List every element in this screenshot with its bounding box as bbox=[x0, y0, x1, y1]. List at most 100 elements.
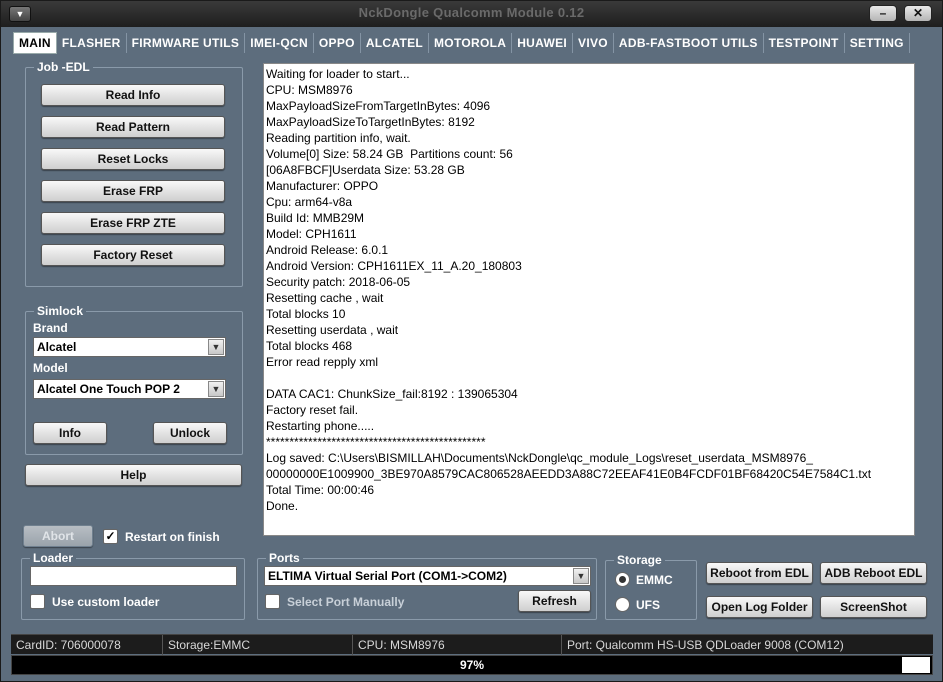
log-line: Restarting phone..... bbox=[266, 419, 375, 433]
reboot-from-edl-button[interactable]: Reboot from EDL bbox=[706, 562, 813, 584]
tab-testpoint[interactable]: TESTPOINT bbox=[764, 33, 845, 53]
tab-adb-fastboot-utils[interactable]: ADB-FASTBOOT UTILS bbox=[614, 33, 764, 53]
status-bar: CardID: 706000078 Storage:EMMC CPU: MSM8… bbox=[11, 634, 933, 655]
log-line: Volume[0] Size: 58.24 GB Partitions coun… bbox=[266, 147, 513, 161]
log-line: Factory reset fail. bbox=[266, 403, 359, 417]
log-line: Model: CPH1611 bbox=[266, 227, 357, 241]
abort-button[interactable]: Abort bbox=[23, 525, 93, 547]
log-line: CPU: MSM8976 bbox=[266, 83, 353, 97]
storage-emmc-label: EMMC bbox=[636, 572, 673, 587]
tab-main[interactable]: MAIN bbox=[13, 32, 57, 54]
tab-vivo[interactable]: VIVO bbox=[573, 33, 614, 53]
read-info-button[interactable]: Read Info bbox=[41, 84, 225, 106]
title-bar: ▼ NckDongle Qualcomm Module 0.12 – ✕ bbox=[1, 1, 942, 27]
simlock-unlock-button[interactable]: Unlock bbox=[153, 422, 227, 444]
checkbox-box bbox=[265, 594, 280, 609]
tab-firmware-utils[interactable]: FIRMWARE UTILS bbox=[127, 33, 246, 53]
log-output[interactable]: Waiting for loader to start... CPU: MSM89… bbox=[263, 63, 915, 536]
progress-label: 97% bbox=[459, 658, 485, 672]
brand-select[interactable]: Alcatel ▼ bbox=[33, 337, 226, 357]
log-line: Total Time: 00:00:46 bbox=[266, 483, 375, 497]
close-icon: ✕ bbox=[912, 6, 924, 20]
log-line: MaxPayloadSizeFromTargetInBytes: 4096 bbox=[266, 99, 491, 113]
log-line: MaxPayloadSizeToTargetInBytes: 8192 bbox=[266, 115, 475, 129]
minimize-icon: – bbox=[879, 6, 887, 20]
tab-bar: MAIN FLASHER FIRMWARE UTILS IMEI-QCN OPP… bbox=[13, 32, 910, 54]
use-custom-loader-label: Use custom loader bbox=[52, 594, 160, 609]
log-line: Reading partition info, wait. bbox=[266, 131, 411, 145]
job-edl-legend: Job -EDL bbox=[34, 60, 93, 74]
minimize-button[interactable]: – bbox=[869, 5, 897, 22]
tab-huawei[interactable]: HUAWEI bbox=[512, 33, 574, 53]
status-storage: Storage:EMMC bbox=[163, 635, 353, 655]
ports-legend: Ports bbox=[266, 551, 303, 565]
log-line: Build Id: MMB29M bbox=[266, 211, 365, 225]
restart-on-finish-checkbox[interactable]: ✓ Restart on finish bbox=[103, 529, 220, 544]
log-line: Error read repply xml bbox=[266, 355, 379, 369]
log-line: 00000000E1009900_3BE970A8579CAC806528AEE… bbox=[266, 467, 872, 481]
model-value: Alcatel One Touch POP 2 bbox=[37, 382, 180, 396]
refresh-button[interactable]: Refresh bbox=[518, 590, 591, 612]
loader-input[interactable] bbox=[30, 566, 237, 586]
main-window: ▼ NckDongle Qualcomm Module 0.12 – ✕ MAI… bbox=[0, 0, 943, 682]
tab-oppo[interactable]: OPPO bbox=[314, 33, 361, 53]
select-port-manually-checkbox[interactable]: Select Port Manually bbox=[265, 594, 404, 609]
factory-reset-button[interactable]: Factory Reset bbox=[41, 244, 225, 266]
screenshot-button[interactable]: ScreenShot bbox=[820, 596, 927, 618]
tab-flasher[interactable]: FLASHER bbox=[57, 33, 127, 53]
log-line: Cpu: arm64-v8a bbox=[266, 195, 353, 209]
select-port-manually-label: Select Port Manually bbox=[287, 594, 405, 609]
log-line: Total blocks 10 bbox=[266, 307, 346, 321]
log-line: [06A8FBCF]Userdata Size: 53.28 GB bbox=[266, 163, 465, 177]
simlock-legend: Simlock bbox=[34, 304, 87, 318]
chevron-down-icon: ▼ bbox=[208, 339, 224, 355]
model-label: Model bbox=[33, 361, 68, 375]
restart-on-finish-label: Restart on finish bbox=[125, 529, 220, 544]
brand-label: Brand bbox=[33, 321, 68, 335]
erase-frp-zte-button[interactable]: Erase FRP ZTE bbox=[41, 212, 225, 234]
log-line: Waiting for loader to start... bbox=[266, 67, 410, 81]
log-line: Resetting userdata , wait bbox=[266, 323, 399, 337]
storage-ufs-radio[interactable]: UFS bbox=[615, 597, 660, 612]
read-pattern-button[interactable]: Read Pattern bbox=[41, 116, 225, 138]
tab-alcatel[interactable]: ALCATEL bbox=[361, 33, 430, 53]
tab-imei-qcn[interactable]: IMEI-QCN bbox=[245, 33, 314, 53]
chevron-down-icon: ▼ bbox=[208, 381, 224, 397]
log-line: Done. bbox=[266, 499, 299, 513]
port-select[interactable]: ELTIMA Virtual Serial Port (COM1->COM2) … bbox=[264, 566, 591, 586]
use-custom-loader-checkbox[interactable]: Use custom loader bbox=[30, 594, 159, 609]
loader-legend: Loader bbox=[30, 551, 77, 565]
brand-value: Alcatel bbox=[37, 340, 77, 354]
adb-reboot-edl-button[interactable]: ADB Reboot EDL bbox=[820, 562, 927, 584]
check-icon: ✓ bbox=[103, 529, 118, 544]
tab-setting[interactable]: SETTING bbox=[845, 33, 910, 53]
help-button[interactable]: Help bbox=[25, 464, 242, 486]
tab-motorola[interactable]: MOTOROLA bbox=[429, 33, 513, 53]
log-line: Total blocks 468 bbox=[266, 339, 353, 353]
radio-unselected-icon bbox=[615, 597, 630, 612]
simlock-info-button[interactable]: Info bbox=[33, 422, 107, 444]
erase-frp-button[interactable]: Erase FRP bbox=[41, 180, 225, 202]
log-line: Security patch: 2018-06-05 bbox=[266, 275, 411, 289]
log-line: Android Release: 6.0.1 bbox=[266, 243, 389, 257]
radio-selected-icon bbox=[615, 572, 630, 587]
reset-locks-button[interactable]: Reset Locks bbox=[41, 148, 225, 170]
status-cpu: CPU: MSM8976 bbox=[353, 635, 562, 655]
model-select[interactable]: Alcatel One Touch POP 2 ▼ bbox=[33, 379, 226, 399]
log-line: ****************************************… bbox=[266, 435, 486, 449]
checkbox-box bbox=[30, 594, 45, 609]
port-value: ELTIMA Virtual Serial Port (COM1->COM2) bbox=[268, 569, 507, 583]
chevron-down-icon: ▼ bbox=[573, 568, 589, 584]
log-line: Android Version: CPH1611EX_11_A.20_18080… bbox=[266, 259, 522, 273]
status-card-id: CardID: 706000078 bbox=[11, 635, 163, 655]
storage-emmc-radio[interactable]: EMMC bbox=[615, 572, 673, 587]
open-log-folder-button[interactable]: Open Log Folder bbox=[706, 596, 813, 618]
log-line: Log saved: C:\Users\BISMILLAH\Documents\… bbox=[266, 451, 813, 465]
window-title: NckDongle Qualcomm Module 0.12 bbox=[358, 5, 585, 20]
progress-bar: 97% bbox=[11, 655, 933, 675]
status-port: Port: Qualcomm HS-USB QDLoader 9008 (COM… bbox=[567, 638, 844, 652]
close-button[interactable]: ✕ bbox=[904, 5, 932, 22]
log-line: Manufacturer: OPPO bbox=[266, 179, 379, 193]
log-line: DATA CAC1: ChunkSize_fail:8192 : 1390653… bbox=[266, 387, 518, 401]
